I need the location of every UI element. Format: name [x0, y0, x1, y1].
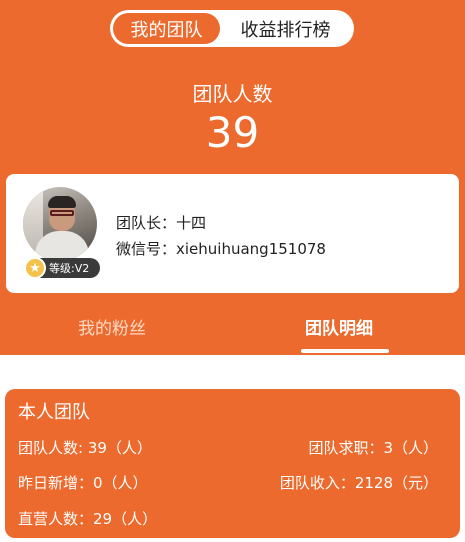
avatar[interactable] — [23, 187, 97, 261]
summary-new-yesterday: 昨日新增：0（人） — [18, 474, 148, 492]
summary-direct-count: 直营人数：29（人） — [18, 510, 158, 528]
leader-wechat: 微信号：xiehuihuang151078 — [116, 240, 326, 258]
avatar-torso — [35, 231, 89, 261]
team-summary-card: 本人团队 团队人数: 39（人） 团队求职：3（人） 昨日新增：0（人） 团队收… — [5, 389, 460, 538]
header-background: 我的团队 收益排行榜 团队人数 39 ★ 等级:V2 团队长：十四 微信号：xi… — [0, 0, 465, 355]
tab-team-detail[interactable]: 团队明细 — [305, 314, 373, 339]
segment-income-rank[interactable]: 收益排行榜 — [220, 13, 351, 44]
leader-info: 团队长：十四 微信号：xiehuihuang151078 — [116, 210, 326, 262]
level-text: 等级:V2 — [49, 262, 90, 275]
level-badge: ★ 等级:V2 — [24, 257, 100, 279]
leader-card: ★ 等级:V2 团队长：十四 微信号：xiehuihuang151078 — [6, 174, 459, 293]
tab-active-indicator — [301, 349, 389, 353]
star-icon: ★ — [24, 257, 46, 279]
summary-team-income: 团队收入：2128（元） — [279, 474, 438, 492]
tab-my-fans[interactable]: 我的粉丝 — [78, 314, 146, 339]
segment-control: 我的团队 收益排行榜 — [110, 10, 354, 47]
team-count-value: 39 — [205, 108, 260, 157]
avatar-hair — [48, 196, 76, 208]
team-count-label: 团队人数 — [192, 82, 273, 106]
summary-title: 本人团队 — [18, 402, 90, 423]
segment-my-team[interactable]: 我的团队 — [113, 13, 220, 44]
summary-team-count: 团队人数: 39（人） — [18, 439, 152, 457]
leader-name: 团队长：十四 — [116, 214, 207, 232]
summary-team-jobs: 团队求职：3（人） — [308, 439, 438, 457]
tab-bar: 我的粉丝 团队明细 — [0, 300, 465, 355]
avatar-glasses — [50, 210, 74, 216]
